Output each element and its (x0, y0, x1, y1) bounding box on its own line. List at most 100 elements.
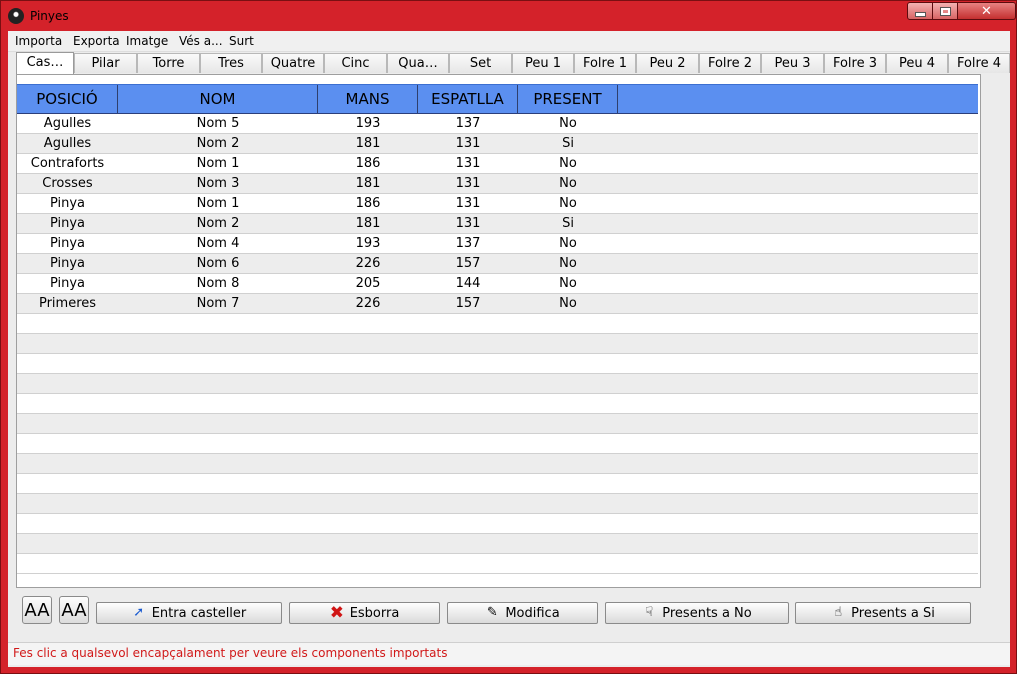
status-message: Fes clic a qualsevol encapçalament per v… (13, 646, 448, 660)
table-cell: Agulles (43, 136, 92, 151)
tab-folre-3[interactable]: Folre 3 (824, 53, 886, 73)
header-posicio[interactable]: POSICIÓ (17, 85, 118, 113)
header-espatlla[interactable]: ESPATLLA (418, 85, 518, 113)
set-present-button[interactable]: ☝ Presents a Si (795, 602, 971, 624)
empty-table-row[interactable] (17, 554, 978, 574)
window-title: Pinyes (30, 9, 69, 23)
delete-button[interactable]: ✖ Esborra (289, 602, 440, 624)
table-cell: 193 (355, 116, 381, 131)
table-cell: 131 (455, 196, 481, 211)
tab-cinc[interactable]: Cinc (324, 53, 387, 73)
table-row[interactable]: Crosses Nom 3 181 131 No (17, 174, 978, 194)
menu-imatge[interactable]: Imatge (126, 34, 168, 48)
set-absent-button[interactable]: ☟ Presents a No (605, 602, 789, 624)
table-cell: Nom 8 (196, 276, 240, 291)
table-row[interactable]: Pinya Nom 8 205 144 No (17, 274, 978, 294)
menu-importa[interactable]: Importa (15, 34, 62, 48)
empty-table-row[interactable] (17, 354, 978, 374)
font-increase-button[interactable]: AA (22, 596, 52, 624)
table-cell: Pinya (49, 236, 86, 251)
close-button[interactable]: ✕ (958, 2, 1016, 20)
font-increase-icon: AA (24, 600, 50, 621)
table-cell: 205 (355, 276, 381, 291)
header-nom[interactable]: NOM (118, 85, 318, 113)
table-cell: No (559, 256, 577, 271)
tab-peu-3[interactable]: Peu 3 (761, 53, 824, 73)
table-row[interactable]: Primeres Nom 7 226 157 No (17, 294, 978, 314)
font-decrease-button[interactable]: AA (59, 596, 89, 624)
table-cell: 131 (455, 136, 481, 151)
empty-table-row[interactable] (17, 454, 978, 474)
tab-folre-2[interactable]: Folre 2 (699, 53, 761, 73)
menu-exporta[interactable]: Exporta (73, 34, 120, 48)
table-row[interactable]: Contraforts Nom 1 186 131 No (17, 154, 978, 174)
empty-table-row[interactable] (17, 494, 978, 514)
minimize-icon (914, 11, 926, 17)
table-row[interactable]: Pinya Nom 2 181 131 Si (17, 214, 978, 234)
table-cell: No (559, 176, 577, 191)
empty-table-row[interactable] (17, 374, 978, 394)
tab-folre-1[interactable]: Folre 1 (574, 53, 636, 73)
table-cell: 131 (455, 176, 481, 191)
tab-castell[interactable]: Cas… (16, 52, 74, 75)
table-cell: Nom 2 (196, 216, 240, 231)
table-cell: 137 (455, 236, 481, 251)
thumbs-down-icon: ☟ (645, 605, 654, 620)
table-cell: 131 (455, 156, 481, 171)
table-cell: Nom 6 (196, 256, 240, 271)
close-icon: ✕ (981, 3, 992, 19)
table-cell: No (559, 276, 577, 291)
tab-quatre[interactable]: Quatre (262, 53, 324, 73)
add-casteller-button[interactable]: ➚ Entra casteller (96, 602, 282, 624)
tab-tres[interactable]: Tres (200, 53, 262, 73)
empty-table-row[interactable] (17, 334, 978, 354)
table-cell: Nom 1 (196, 156, 240, 171)
table-cell: Pinya (49, 256, 86, 271)
tab-folre-4[interactable]: Folre 4 (948, 53, 1010, 73)
tab-qua[interactable]: Qua… (387, 53, 449, 73)
thumbs-up-icon: ☝ (834, 605, 843, 620)
empty-table-row[interactable] (17, 534, 978, 554)
table-cell: 131 (455, 216, 481, 231)
tab-peu-4[interactable]: Peu 4 (886, 53, 948, 73)
table-row[interactable]: Agulles Nom 5 193 137 No (17, 114, 978, 134)
tab-peu-2[interactable]: Peu 2 (636, 53, 699, 73)
table-row[interactable]: Pinya Nom 6 226 157 No (17, 254, 978, 274)
empty-table-row[interactable] (17, 514, 978, 534)
empty-table-row[interactable] (17, 394, 978, 414)
header-present[interactable]: PRESENT (518, 85, 618, 113)
table-cell: 186 (355, 156, 381, 171)
maximize-button[interactable] (933, 2, 958, 20)
table-cell: Pinya (49, 216, 86, 231)
table-cell: No (559, 156, 577, 171)
table-cell: 157 (455, 256, 481, 271)
table-body: Agulles Nom 5 193 137 No Agulles Nom 2 181 131 Si… (17, 114, 978, 574)
table-cell: Si (562, 216, 574, 231)
tab-torre[interactable]: Torre (137, 53, 200, 73)
empty-table-row[interactable] (17, 314, 978, 334)
app-icon (8, 8, 24, 24)
tab-set[interactable]: Set (449, 53, 512, 73)
table-cell: Contraforts (30, 156, 105, 171)
menu-surt[interactable]: Surt (229, 34, 254, 48)
table-cell: 181 (355, 176, 381, 191)
table-row[interactable]: Pinya Nom 4 193 137 No (17, 234, 978, 254)
empty-table-row[interactable] (17, 474, 978, 494)
table-row[interactable]: Agulles Nom 2 181 131 Si (17, 134, 978, 154)
tab-peu-1[interactable]: Peu 1 (512, 53, 574, 73)
edit-button[interactable]: ✎ Modifica (447, 602, 598, 624)
empty-table-row[interactable] (17, 434, 978, 454)
table-cell: 144 (455, 276, 481, 291)
table-cell: Nom 3 (196, 176, 240, 191)
menu-ves-a[interactable]: Vés a... (179, 34, 223, 48)
header-mans[interactable]: MANS (318, 85, 418, 113)
table-cell: No (559, 236, 577, 251)
tab-pilar[interactable]: Pilar (74, 53, 137, 73)
table-cell: Pinya (49, 196, 86, 211)
minimize-button[interactable] (907, 2, 933, 20)
table-cell: 181 (355, 136, 381, 151)
empty-table-row[interactable] (17, 414, 978, 434)
client-area: Importa Exporta Imatge Vés a... Surt Cas… (8, 31, 1010, 667)
status-bar: Fes clic a qualsevol encapçalament per v… (8, 642, 1010, 665)
table-row[interactable]: Pinya Nom 1 186 131 No (17, 194, 978, 214)
